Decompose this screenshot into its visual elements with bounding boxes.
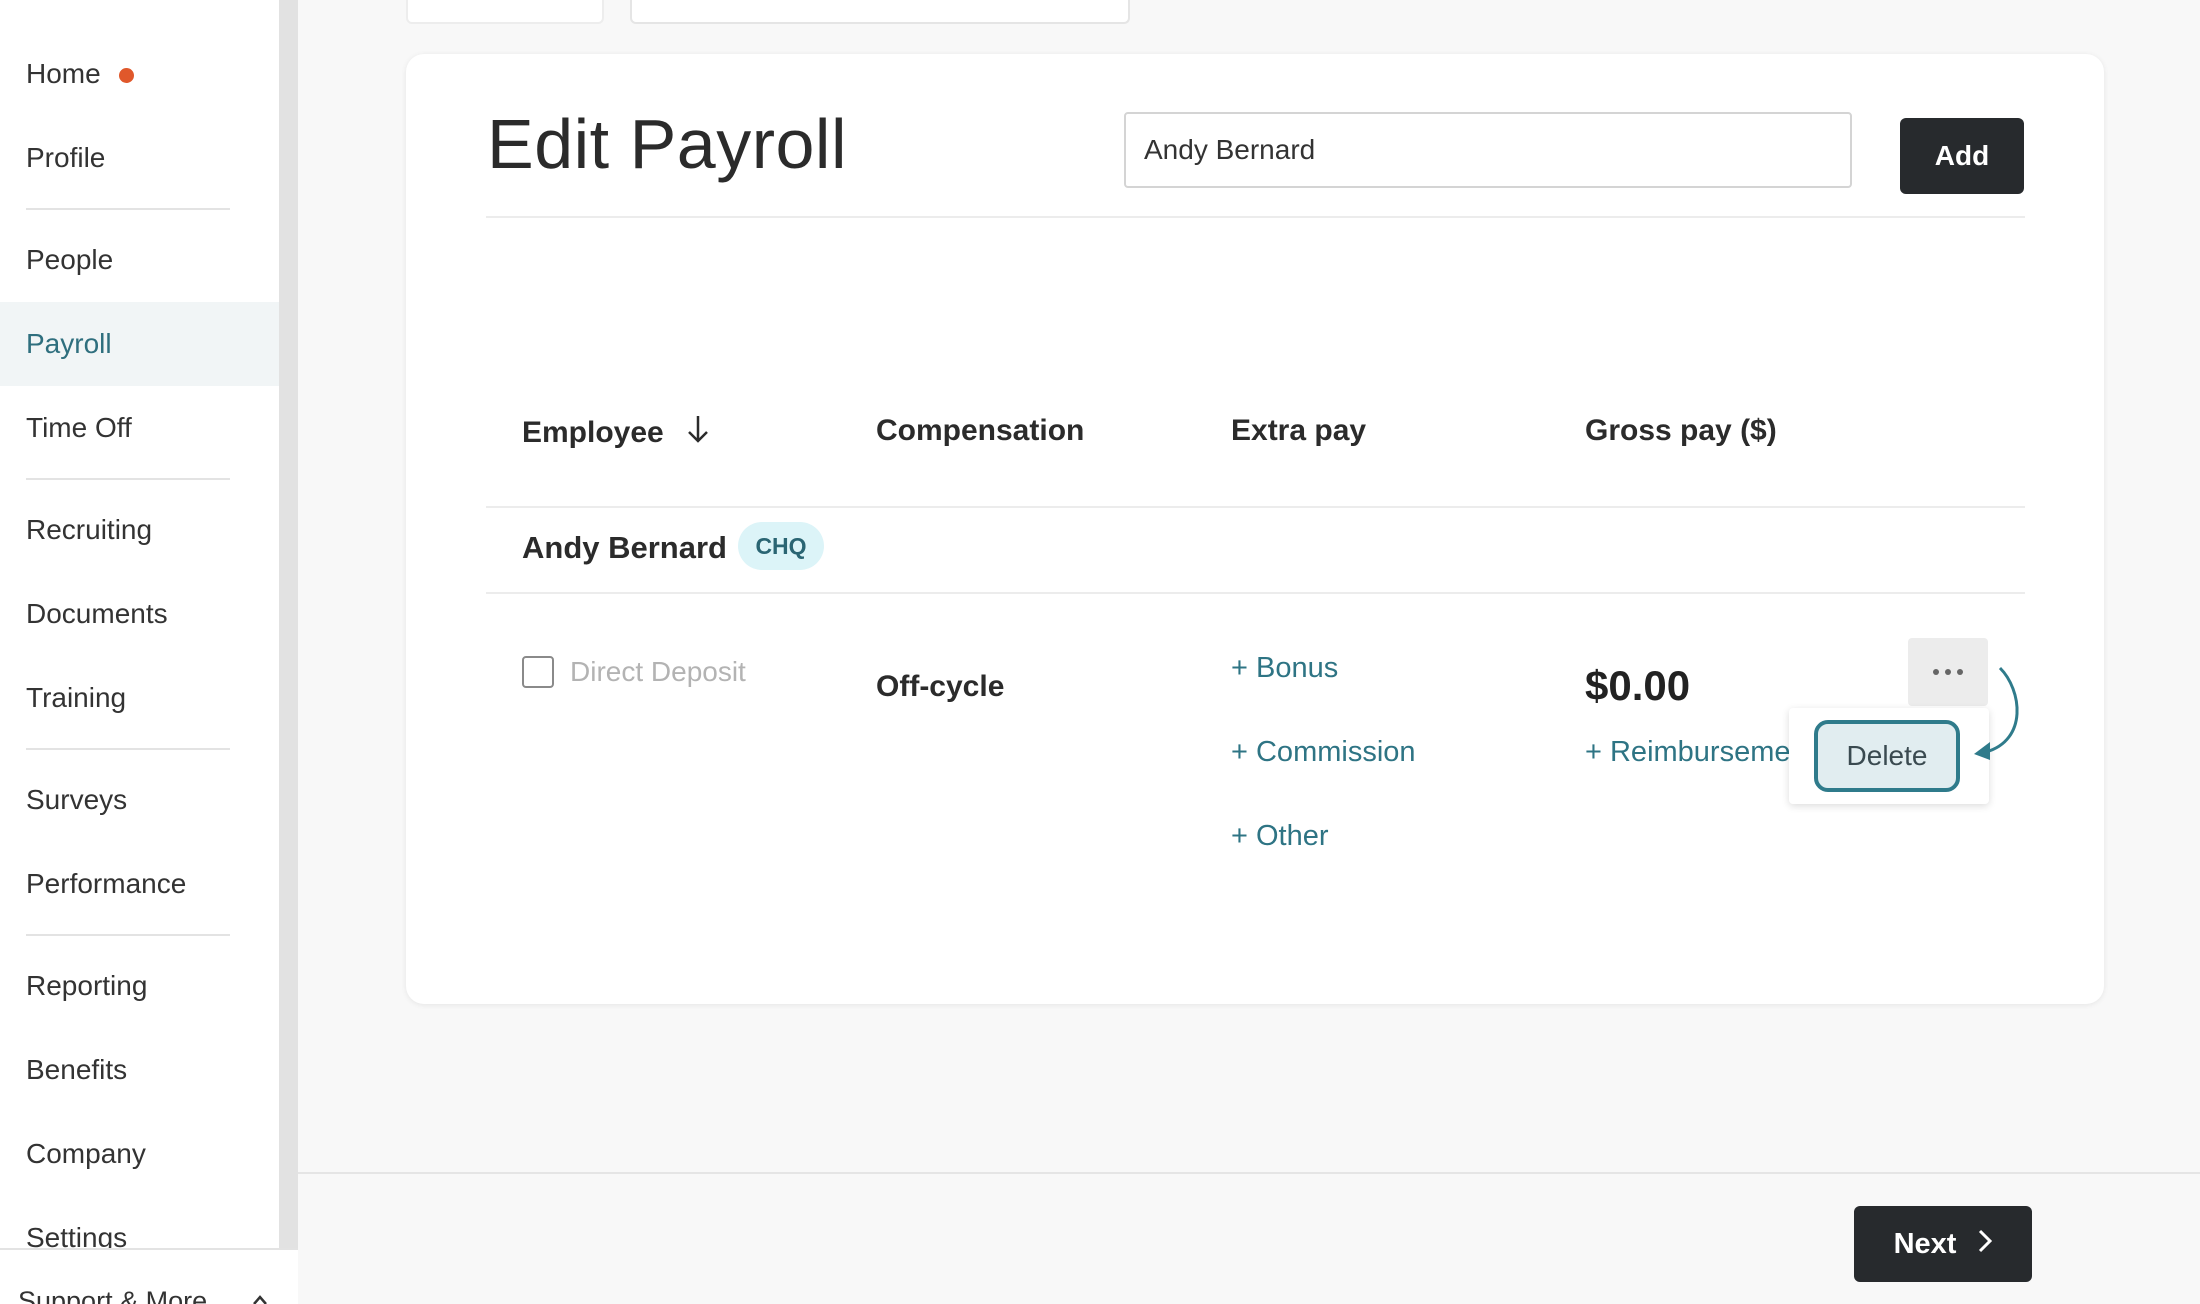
column-header-extra-pay: Extra pay xyxy=(1231,414,1367,447)
status-badge: CHQ xyxy=(738,522,824,570)
column-header-employee[interactable]: Employee xyxy=(522,414,710,452)
sidebar-item-label: Payroll xyxy=(26,328,112,359)
sidebar-item-label: Training xyxy=(26,682,127,713)
chevron-up-icon xyxy=(252,1286,268,1304)
top-control[interactable] xyxy=(406,0,604,24)
curved-arrow-icon xyxy=(1974,666,2019,760)
sidebar-item-reporting[interactable]: Reporting xyxy=(0,944,279,1028)
next-button[interactable]: Next xyxy=(1854,1206,2032,1282)
sidebar-item-company[interactable]: Company xyxy=(0,1112,279,1196)
sidebar-item-people[interactable]: People xyxy=(0,218,279,302)
sidebar-item-label: Time Off xyxy=(26,412,132,443)
sidebar-item-label: Reporting xyxy=(26,970,148,1001)
top-search-field[interactable] xyxy=(630,0,1130,24)
divider xyxy=(486,506,2025,508)
nav-divider xyxy=(26,934,230,936)
sidebar-item-time-off[interactable]: Time Off xyxy=(0,386,279,470)
support-more-label: Support & More xyxy=(18,1286,208,1304)
add-bonus-link[interactable]: + Bonus xyxy=(1231,652,1338,685)
employee-search-input[interactable] xyxy=(1124,112,1852,188)
footer-divider xyxy=(298,1172,2200,1174)
dot-icon xyxy=(1933,669,1939,675)
sidebar-item-profile[interactable]: Profile xyxy=(0,116,279,200)
column-header-compensation: Compensation xyxy=(876,414,1085,447)
add-commission-link[interactable]: + Commission xyxy=(1231,736,1416,769)
nav-divider xyxy=(26,208,230,210)
sidebar-item-label: Profile xyxy=(26,142,106,173)
direct-deposit-label: Direct Deposit xyxy=(570,656,746,687)
support-more-toggle[interactable]: Support & More xyxy=(0,1248,298,1304)
employee-name: Andy Bernard xyxy=(522,530,727,565)
sidebar-item-home[interactable]: Home xyxy=(0,32,279,116)
dot-icon xyxy=(1945,669,1951,675)
sidebar-item-documents[interactable]: Documents xyxy=(0,572,279,656)
sidebar-item-training[interactable]: Training xyxy=(0,656,279,740)
nav-divider xyxy=(26,748,230,750)
sidebar-item-label: Recruiting xyxy=(26,514,153,545)
notification-dot-icon xyxy=(118,67,134,83)
sort-down-arrow-icon xyxy=(686,414,710,452)
page-title: Edit Payroll xyxy=(487,105,848,183)
next-button-label: Next xyxy=(1893,1227,1957,1260)
divider xyxy=(486,592,2025,594)
sidebar-item-payroll[interactable]: Payroll xyxy=(0,302,279,386)
add-other-link[interactable]: + Other xyxy=(1231,820,1329,853)
sidebar: Home Profile People Payroll Time Off Rec… xyxy=(0,0,279,1304)
sidebar-item-label: People xyxy=(26,244,114,275)
sidebar-item-performance[interactable]: Performance xyxy=(0,842,279,926)
sidebar-item-surveys[interactable]: Surveys xyxy=(0,758,279,842)
delete-button[interactable]: Delete xyxy=(1814,720,1960,792)
divider xyxy=(486,216,2025,218)
sidebar-item-label: Benefits xyxy=(26,1054,128,1085)
sidebar-item-label: Home xyxy=(26,58,101,89)
column-header-gross-pay: Gross pay ($) xyxy=(1585,414,1777,447)
sidebar-scrollbar[interactable] xyxy=(279,0,298,1248)
direct-deposit-checkbox[interactable] xyxy=(522,656,554,688)
compensation-type: Off-cycle xyxy=(876,670,1005,703)
sidebar-item-label: Surveys xyxy=(26,784,128,815)
gross-pay-amount: $0.00 xyxy=(1585,662,1691,709)
chevron-right-icon xyxy=(1978,1228,1993,1261)
payroll-card xyxy=(406,54,2104,1004)
add-button[interactable]: Add xyxy=(1900,118,2024,194)
sidebar-item-label: Documents xyxy=(26,598,168,629)
sidebar-item-label: Company xyxy=(26,1138,146,1169)
sidebar-item-label: Performance xyxy=(26,868,187,899)
add-reimbursement-link[interactable]: + Reimburseme xyxy=(1585,736,1791,769)
sidebar-item-benefits[interactable]: Benefits xyxy=(0,1028,279,1112)
sidebar-item-recruiting[interactable]: Recruiting xyxy=(0,488,279,572)
nav-divider xyxy=(26,478,230,480)
